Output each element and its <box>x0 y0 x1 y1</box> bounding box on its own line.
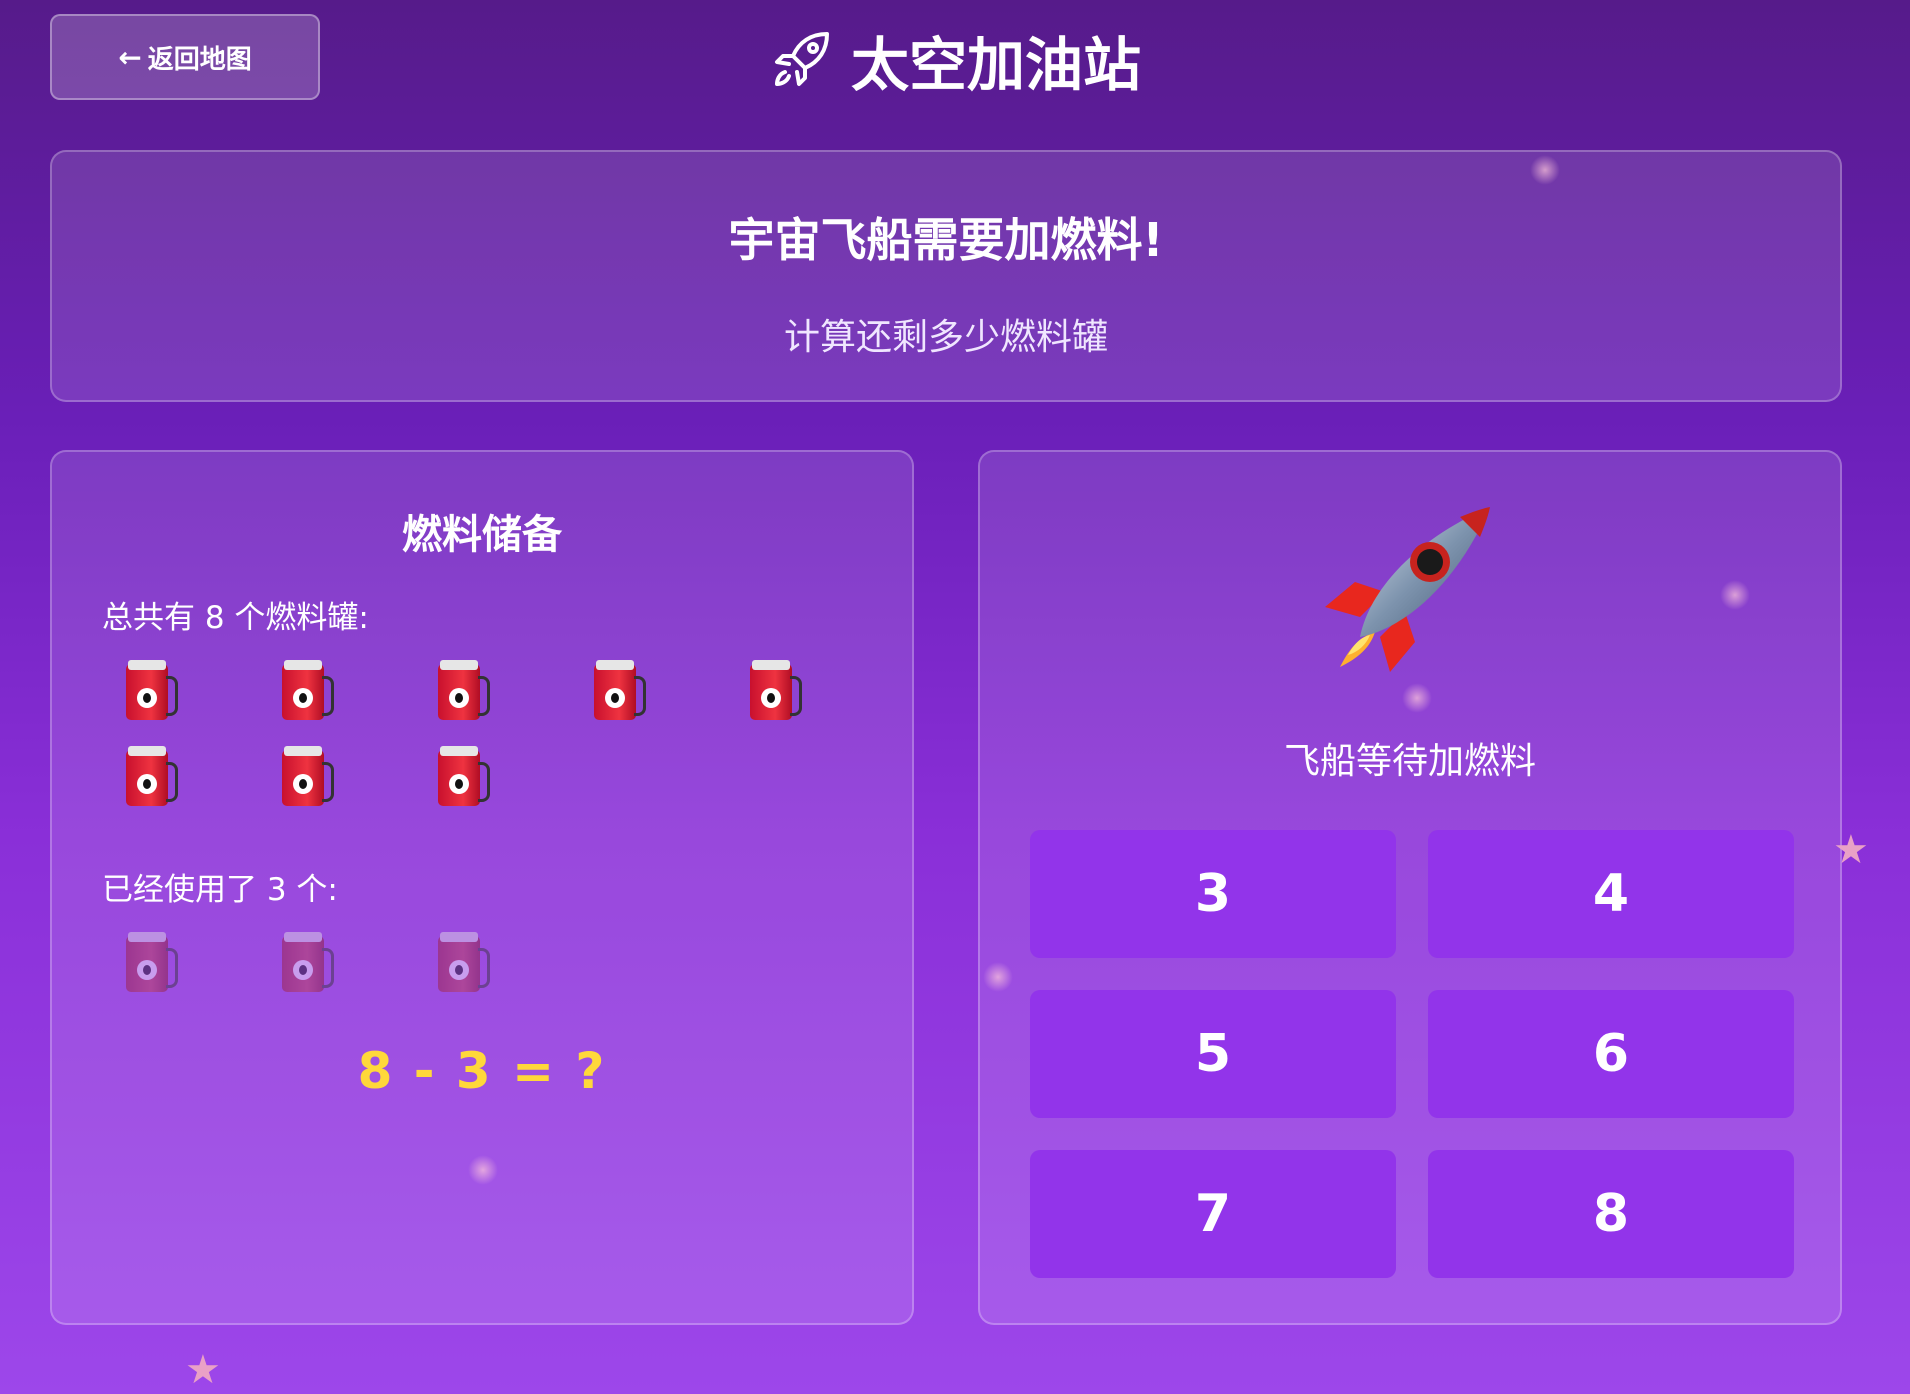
fuel-pump-icon <box>122 930 182 996</box>
answer-button-8[interactable]: 8 <box>1428 1150 1794 1278</box>
total-tanks-grid <box>122 658 912 810</box>
ship-status: 飞船等待加燃料 <box>1283 741 1536 782</box>
used-tanks-grid <box>122 930 912 996</box>
answer-button-7[interactable]: 7 <box>1030 1150 1396 1278</box>
glow-particle <box>983 962 1013 992</box>
answer-button-5[interactable]: 5 <box>1030 990 1396 1118</box>
fuel-pump-icon <box>590 658 650 724</box>
equation: 8 - 3 = ? <box>357 1042 607 1100</box>
intro-heading: 宇宙飞船需要加燃料! <box>728 213 1164 267</box>
glow-particle <box>468 1155 498 1185</box>
glow-particle <box>1720 580 1750 610</box>
fuel-pump-icon <box>278 658 338 724</box>
star-icon: ★ <box>1833 827 1869 873</box>
star-icon: ★ <box>185 1347 221 1393</box>
fuel-pump-icon <box>434 658 494 724</box>
answer-button-3[interactable]: 3 <box>1030 830 1396 958</box>
fuel-pump-icon <box>122 658 182 724</box>
spaceship-panel: 飞船等待加燃料 3 4 5 6 7 8 <box>978 450 1842 1325</box>
rocket-outline-icon <box>774 32 829 86</box>
fuel-reserve-title: 燃料储备 <box>402 512 562 558</box>
rocket-icon <box>1325 507 1490 672</box>
answer-options: 3 4 5 6 7 8 <box>1030 830 1796 1278</box>
page-title: 太空加油站 <box>0 20 1910 100</box>
total-tanks-label: 总共有 8 个燃料罐: <box>102 600 369 636</box>
fuel-pump-icon <box>278 744 338 810</box>
fuel-pump-icon <box>122 744 182 810</box>
fuel-pump-icon <box>434 744 494 810</box>
glow-particle <box>1530 155 1560 185</box>
glow-particle <box>1402 683 1432 713</box>
intro-panel: 宇宙飞船需要加燃料! 计算还剩多少燃料罐 <box>50 150 1842 402</box>
fuel-pump-icon <box>746 658 806 724</box>
intro-subtitle: 计算还剩多少燃料罐 <box>783 317 1108 358</box>
fuel-pump-icon <box>434 930 494 996</box>
used-tanks-label: 已经使用了 3 个: <box>102 872 338 908</box>
answer-button-6[interactable]: 6 <box>1428 990 1794 1118</box>
fuel-reserve-panel: 燃料储备 总共有 8 个燃料罐: 已经使用了 3 个: 8 - 3 = ? <box>50 450 914 1325</box>
answer-button-4[interactable]: 4 <box>1428 830 1794 958</box>
page-title-text: 太空加油站 <box>850 31 1141 99</box>
fuel-pump-icon <box>278 930 338 996</box>
